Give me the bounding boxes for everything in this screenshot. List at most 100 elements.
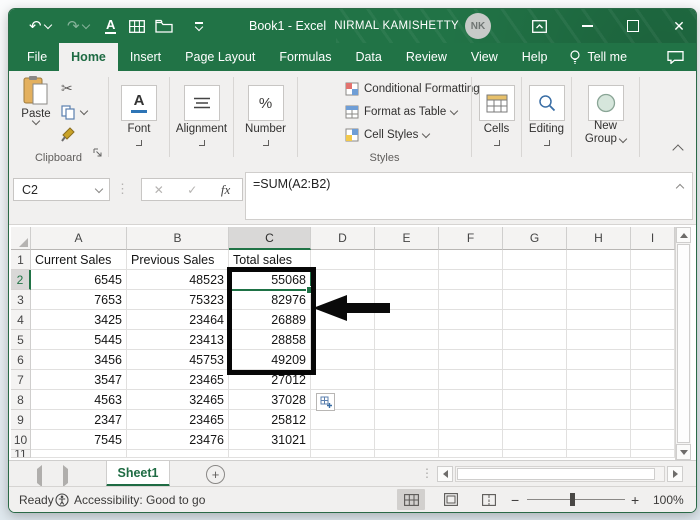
new-sheet-button[interactable]: + [206, 465, 225, 484]
column-header-D[interactable]: D [311, 227, 375, 250]
cell-C8[interactable]: 37028 [229, 390, 311, 410]
cell-I10[interactable] [631, 430, 675, 450]
row-header-2[interactable]: 2 [11, 270, 31, 290]
cell-C6[interactable]: 49209 [229, 350, 311, 370]
row-header-8[interactable]: 8 [11, 390, 31, 410]
vertical-scrollbar-thumb[interactable] [677, 244, 690, 443]
column-header-A[interactable]: A [31, 227, 127, 250]
paste-button[interactable]: Paste [15, 75, 57, 147]
cancel-button[interactable]: ✕ [154, 183, 164, 197]
cell-B5[interactable]: 23413 [127, 330, 229, 350]
user-avatar[interactable]: NK [465, 13, 491, 39]
cell-E8[interactable] [375, 390, 439, 410]
cell-D11[interactable] [311, 450, 375, 458]
cut-button[interactable]: ✂ [61, 81, 73, 95]
cell-I7[interactable] [631, 370, 675, 390]
cell-D10[interactable] [311, 430, 375, 450]
horizontal-scrollbar-thumb[interactable] [457, 468, 655, 480]
cell-G4[interactable] [503, 310, 567, 330]
row-header-3[interactable]: 3 [11, 290, 31, 310]
undo-button[interactable]: ↶ [29, 9, 51, 43]
cell-G2[interactable] [503, 270, 567, 290]
cell-C10[interactable]: 31021 [229, 430, 311, 450]
cell-I11[interactable] [631, 450, 675, 458]
tab-insert[interactable]: Insert [118, 43, 173, 71]
cell-A8[interactable]: 4563 [31, 390, 127, 410]
maximize-button[interactable] [622, 9, 644, 43]
cell-F11[interactable] [439, 450, 503, 458]
underline-button[interactable]: A [105, 9, 116, 43]
cell-B4[interactable]: 23464 [127, 310, 229, 330]
cell-C7[interactable]: 27012 [229, 370, 311, 390]
cell-G11[interactable] [503, 450, 567, 458]
cell-G6[interactable] [503, 350, 567, 370]
cell-D6[interactable] [311, 350, 375, 370]
cell-F1[interactable] [439, 250, 503, 270]
cell-G8[interactable] [503, 390, 567, 410]
cell-A2[interactable]: 6545 [31, 270, 127, 290]
open-file-button[interactable] [155, 9, 173, 43]
spreadsheet-grid[interactable]: ABCDEFGHI1Current SalesPrevious SalesTot… [11, 227, 675, 459]
cell-H11[interactable] [567, 450, 631, 458]
row-header-4[interactable]: 4 [11, 310, 31, 330]
column-header-F[interactable]: F [439, 227, 503, 250]
cell-F2[interactable] [439, 270, 503, 290]
cell-H2[interactable] [567, 270, 631, 290]
zoom-in-button[interactable]: + [631, 487, 639, 512]
row-header-9[interactable]: 9 [11, 410, 31, 430]
formula-input[interactable]: =SUM(A2:B2) [245, 172, 693, 220]
cell-I1[interactable] [631, 250, 675, 270]
cell-C11[interactable] [229, 450, 311, 458]
cell-B1[interactable]: Previous Sales [127, 250, 229, 270]
cell-E5[interactable] [375, 330, 439, 350]
cell-D9[interactable] [311, 410, 375, 430]
tab-view[interactable]: View [459, 43, 510, 71]
row-header-7[interactable]: 7 [11, 370, 31, 390]
cell-C5[interactable]: 28858 [229, 330, 311, 350]
cell-H5[interactable] [567, 330, 631, 350]
cell-C3[interactable]: 82976 [229, 290, 311, 310]
cell-G10[interactable] [503, 430, 567, 450]
row-header-11[interactable]: 11 [11, 450, 31, 458]
tab-bar-resize-handle[interactable]: ⋮ [421, 466, 433, 480]
cell-F9[interactable] [439, 410, 503, 430]
row-header-5[interactable]: 5 [11, 330, 31, 350]
cell-C1[interactable]: Total sales [229, 250, 311, 270]
borders-button[interactable] [129, 9, 145, 43]
cell-E1[interactable] [375, 250, 439, 270]
cell-E6[interactable] [375, 350, 439, 370]
cell-H4[interactable] [567, 310, 631, 330]
cell-D2[interactable] [311, 270, 375, 290]
tab-help[interactable]: Help [510, 43, 560, 71]
new-group-button[interactable] [588, 85, 624, 121]
cell-A7[interactable]: 3547 [31, 370, 127, 390]
cell-C4[interactable]: 26889 [229, 310, 311, 330]
number-button[interactable]: % [248, 85, 284, 121]
cell-D4[interactable] [311, 310, 375, 330]
redo-button[interactable]: ↷ [67, 9, 89, 43]
tab-file[interactable]: File [15, 43, 59, 71]
column-header-G[interactable]: G [503, 227, 567, 250]
ribbon-display-options-button[interactable] [528, 9, 550, 43]
scroll-down-button[interactable] [676, 444, 691, 460]
cell-H10[interactable] [567, 430, 631, 450]
cell-A5[interactable]: 5445 [31, 330, 127, 350]
tab-review[interactable]: Review [394, 43, 459, 71]
cells-button[interactable] [479, 85, 515, 121]
cell-E7[interactable] [375, 370, 439, 390]
cell-I6[interactable] [631, 350, 675, 370]
zoom-slider-track[interactable] [527, 499, 625, 500]
cell-E2[interactable] [375, 270, 439, 290]
scroll-up-button[interactable] [676, 227, 691, 243]
editing-button[interactable] [529, 85, 565, 121]
row-header-6[interactable]: 6 [11, 350, 31, 370]
cell-F8[interactable] [439, 390, 503, 410]
cell-H3[interactable] [567, 290, 631, 310]
cell-B2[interactable]: 48523 [127, 270, 229, 290]
cell-A4[interactable]: 3425 [31, 310, 127, 330]
cell-A1[interactable]: Current Sales [31, 250, 127, 270]
cell-E9[interactable] [375, 410, 439, 430]
minimize-button[interactable] [576, 9, 598, 43]
cell-G5[interactable] [503, 330, 567, 350]
cell-A11[interactable] [31, 450, 127, 458]
